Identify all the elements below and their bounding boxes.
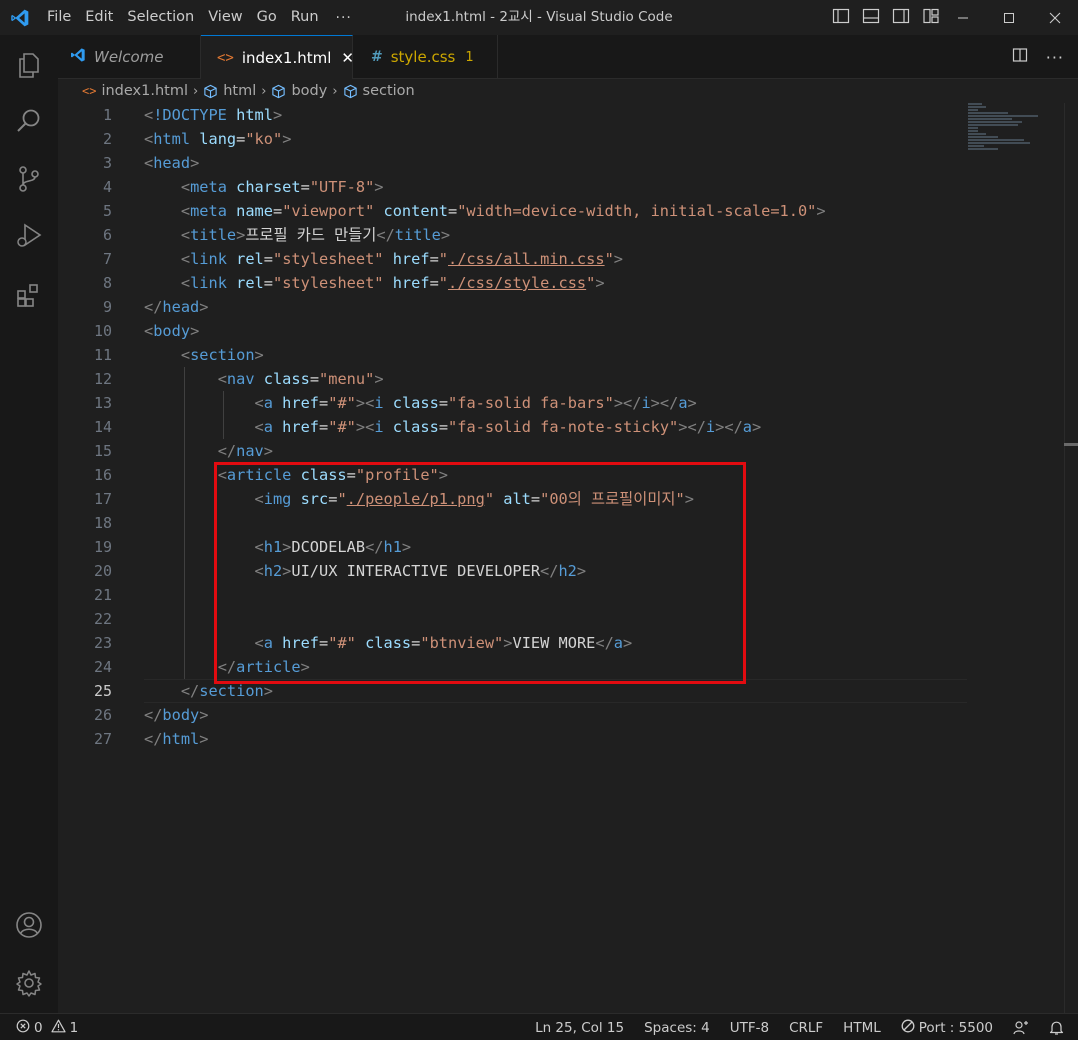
cube-icon (271, 84, 286, 99)
scroll-thumb[interactable] (1064, 443, 1078, 446)
menu-go[interactable]: Go (250, 0, 284, 35)
status-bar: 0 1 Ln 25, Col 15 Spaces: 4 UTF-8 CRLF H… (0, 1013, 1078, 1040)
error-icon (16, 1019, 30, 1037)
code-line[interactable]: <a href="#"><i class="fa-solid fa-note-s… (144, 415, 984, 439)
menu-run[interactable]: Run (284, 0, 326, 35)
code-line[interactable]: </html> (144, 727, 984, 751)
notifications-bell-icon[interactable] (1039, 1020, 1078, 1036)
breadcrumb: <> index1.html › html › body › section (58, 79, 1078, 103)
code-line[interactable]: </nav> (144, 439, 984, 463)
accounts-icon[interactable] (0, 897, 58, 953)
tab-label: style.css (390, 48, 456, 66)
language-mode[interactable]: HTML (833, 1020, 891, 1036)
tab-welcome[interactable]: Welcome (58, 35, 201, 79)
search-icon[interactable] (0, 93, 58, 149)
tab-style-css[interactable]: # style.css 1 (353, 35, 498, 79)
menu-view[interactable]: View (201, 0, 249, 35)
vscode-icon (70, 47, 86, 67)
maximize-button[interactable] (986, 0, 1032, 35)
editor-scrollbar[interactable] (1064, 103, 1078, 1013)
warning-count: 1 (69, 1019, 79, 1036)
extensions-icon[interactable] (0, 267, 58, 323)
split-editor-icon[interactable] (1012, 47, 1028, 67)
warning-icon (50, 1019, 66, 1037)
annotation-highlight-box (214, 462, 746, 684)
code-line[interactable]: <link rel="stylesheet" href="./css/style… (144, 271, 984, 295)
more-actions-icon[interactable]: ··· (1046, 48, 1064, 67)
code-line[interactable]: <a href="#"><i class="fa-solid fa-bars">… (144, 391, 984, 415)
code-line[interactable]: <nav class="menu"> (144, 367, 984, 391)
problems-indicator[interactable]: 0 1 (16, 1014, 78, 1040)
cube-icon (343, 84, 358, 99)
error-count: 0 (34, 1019, 43, 1036)
chevron-right-icon: › (193, 83, 199, 99)
source-control-icon[interactable] (0, 151, 58, 207)
minimap[interactable] (968, 103, 1068, 163)
live-server-port[interactable]: Port : 5500 (891, 1019, 1003, 1037)
code-editor[interactable]: 1 2 3 4 5 6 7 8 9 10 11 12 13 14 15 16 1… (58, 103, 1078, 1013)
close-window-button[interactable] (1032, 0, 1078, 35)
code-line[interactable]: </head> (144, 295, 984, 319)
code-line[interactable]: <meta charset="UTF-8"> (144, 175, 984, 199)
menu-edit[interactable]: Edit (78, 0, 120, 35)
vscode-logo-icon[interactable] (0, 0, 40, 35)
code-line[interactable]: <head> (144, 151, 984, 175)
menu-file[interactable]: File (40, 0, 78, 35)
html-file-icon: <> (82, 84, 97, 98)
minimize-button[interactable] (940, 0, 986, 35)
editor-tab-bar: Welcome <> index1.html ✕ # style.css 1 ·… (58, 35, 1078, 80)
css-file-icon: # (371, 49, 383, 65)
cube-icon (203, 84, 218, 99)
code-line[interactable]: <section> (144, 343, 984, 367)
html-file-icon: <> (217, 50, 234, 66)
code-line[interactable]: <!DOCTYPE html> (144, 103, 984, 127)
problem-count-badge: 1 (465, 49, 474, 65)
tab-label: index1.html (241, 49, 332, 67)
activity-bar (0, 35, 58, 1013)
customize-layout-icon[interactable] (922, 7, 940, 29)
toggle-panel-icon[interactable] (862, 7, 880, 29)
breadcrumb-item-section[interactable]: section (363, 83, 415, 99)
breadcrumb-item-file[interactable]: <> index1.html (82, 83, 188, 99)
run-and-debug-icon[interactable] (0, 207, 58, 263)
code-line[interactable]: <title>프로필 카드 만들기</title> (144, 223, 984, 247)
line-number-gutter: 1 2 3 4 5 6 7 8 9 10 11 12 13 14 15 16 1… (93, 106, 112, 748)
cursor-position[interactable]: Ln 25, Col 15 (525, 1020, 634, 1036)
encoding[interactable]: UTF-8 (720, 1020, 779, 1036)
breadcrumb-item-html[interactable]: html (223, 83, 256, 99)
tab-label: Welcome (94, 48, 164, 66)
code-line[interactable]: <html lang="ko"> (144, 127, 984, 151)
toggle-secondary-sidebar-icon[interactable] (892, 7, 910, 29)
end-of-line[interactable]: CRLF (779, 1020, 833, 1036)
accounts-feedback-icon[interactable] (1003, 1020, 1039, 1036)
chevron-right-icon: › (261, 83, 267, 99)
code-line[interactable]: </body> (144, 703, 984, 727)
tab-index1-html[interactable]: <> index1.html ✕ (201, 35, 354, 80)
menu-more[interactable]: ··· (326, 10, 362, 26)
menu-selection[interactable]: Selection (120, 0, 201, 35)
code-line[interactable]: <meta name="viewport" content="width=dev… (144, 199, 984, 223)
code-line[interactable]: <body> (144, 319, 984, 343)
toggle-primary-sidebar-icon[interactable] (832, 7, 850, 29)
code-line[interactable]: <link rel="stylesheet" href="./css/all.m… (144, 247, 984, 271)
title-bar: File Edit Selection View Go Run ··· inde… (0, 0, 1078, 35)
indentation[interactable]: Spaces: 4 (634, 1020, 720, 1036)
breadcrumb-item-body[interactable]: body (291, 83, 327, 99)
settings-gear-icon[interactable] (0, 955, 58, 1011)
no-entry-icon (901, 1019, 915, 1037)
explorer-icon[interactable] (0, 37, 58, 93)
chevron-right-icon: › (332, 83, 338, 99)
